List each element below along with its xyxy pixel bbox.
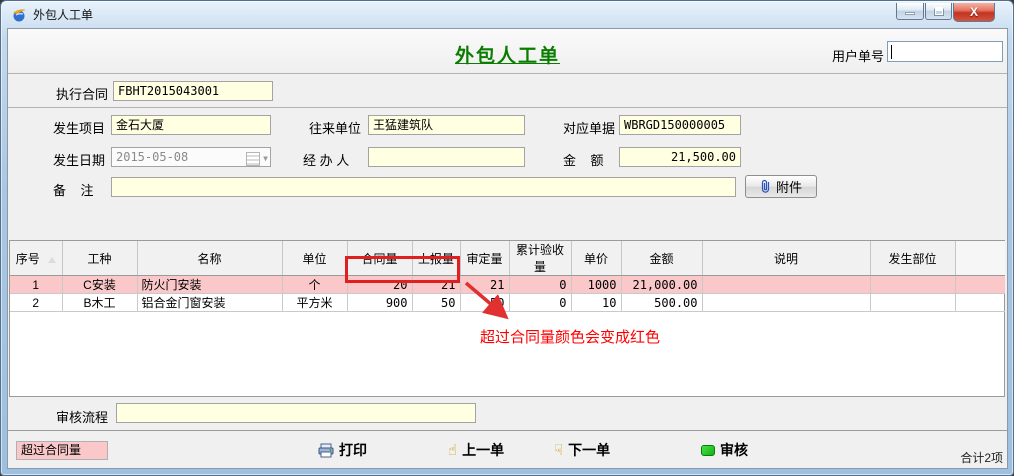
cell: 平方米	[282, 294, 347, 312]
window: 外包人工单 X 外包人工单 用户单号 执行合同 FBHT2015043001 发…	[0, 0, 1014, 476]
attachment-button[interactable]: 附件	[745, 175, 817, 198]
project-label: 发生项目	[53, 118, 105, 137]
amount-label: 金 额	[563, 150, 603, 169]
refdoc-input[interactable]: WBRGD150000005	[619, 115, 741, 135]
table-header-row: 序号工种名称单位合同量上报量审定量累计验收量单价金额说明发生部位	[10, 241, 1005, 276]
refdoc-label: 对应单据	[563, 118, 615, 137]
column-header-10[interactable]: 说明	[702, 241, 870, 276]
minimize-button[interactable]	[896, 3, 924, 20]
column-header-9[interactable]: 金额	[621, 241, 702, 276]
counterparty-label: 往来单位	[309, 118, 361, 137]
remark-input[interactable]	[111, 177, 736, 197]
review-input[interactable]	[116, 403, 476, 423]
detail-table: 序号工种名称单位合同量上报量审定量累计验收量单价金额说明发生部位 1C安装防火门…	[9, 240, 1005, 397]
cell	[870, 276, 955, 294]
date-label: 发生日期	[53, 150, 105, 169]
cell: 铝合金门窗安装	[137, 294, 282, 312]
column-header-4[interactable]: 合同量	[347, 241, 412, 276]
cell-filler	[955, 294, 1005, 312]
amount-input[interactable]: 21,500.00	[619, 147, 741, 167]
sort-indicator-icon	[48, 257, 56, 263]
cell-filler	[955, 276, 1005, 294]
footer-bar: 超过合同量 打印 ☝ 上一单 ☟ 下一单 审核	[8, 430, 1007, 468]
column-header-0[interactable]: 序号	[10, 241, 62, 276]
maximize-icon	[934, 7, 944, 16]
attachment-label: 附件	[776, 177, 802, 196]
cell: 1000	[571, 276, 621, 294]
cell	[702, 294, 870, 312]
table-row[interactable]: 1C安装防火门安装个2021210100021,000.00	[10, 276, 1005, 294]
cell: 0	[509, 294, 571, 312]
contract-input[interactable]: FBHT2015043001	[113, 81, 273, 101]
cell	[702, 276, 870, 294]
total-count: 合计2项	[960, 449, 1003, 466]
minimize-icon	[905, 12, 915, 15]
app-icon	[11, 7, 27, 23]
audit-label: 审核	[720, 440, 748, 460]
cell: 50	[460, 294, 509, 312]
close-icon: X	[970, 5, 978, 19]
column-header-11[interactable]: 发生部位	[870, 241, 955, 276]
column-header-8[interactable]: 单价	[571, 241, 621, 276]
cell: 21	[412, 276, 460, 294]
column-header-5[interactable]: 上报量	[412, 241, 460, 276]
dropdown-arrow-icon[interactable]: ▼	[263, 150, 268, 168]
user-no-label: 用户单号	[832, 46, 884, 65]
remark-label: 备 注	[53, 180, 93, 199]
annotation-text: 超过合同量颜色会变成红色	[480, 326, 660, 347]
cell: 0	[509, 276, 571, 294]
previous-label: 上一单	[462, 440, 504, 460]
handler-label: 经 办 人	[303, 150, 349, 169]
over-limit-legend: 超过合同量	[16, 441, 108, 460]
previous-button[interactable]: ☝ 上一单	[448, 439, 504, 461]
cell: 10	[571, 294, 621, 312]
column-header-2[interactable]: 名称	[137, 241, 282, 276]
column-header-6[interactable]: 审定量	[460, 241, 509, 276]
window-title: 外包人工单	[33, 6, 93, 23]
hand-down-icon: ☟	[554, 441, 563, 459]
cell: 防火门安装	[137, 276, 282, 294]
column-header-7[interactable]: 累计验收量	[509, 241, 571, 276]
cell	[870, 294, 955, 312]
cell: 20	[347, 276, 412, 294]
cell: 900	[347, 294, 412, 312]
cell: 500.00	[621, 294, 702, 312]
print-label: 打印	[339, 440, 367, 460]
printer-icon	[318, 443, 334, 458]
cell: 个	[282, 276, 347, 294]
cell: B木工	[62, 294, 137, 312]
project-input[interactable]: 金石大厦	[111, 115, 271, 135]
column-header-1[interactable]: 工种	[62, 241, 137, 276]
review-label: 审核流程	[56, 407, 108, 426]
contract-label: 执行合同	[56, 84, 108, 103]
cell: 21	[460, 276, 509, 294]
cell: 21,000.00	[621, 276, 702, 294]
cell: 2	[10, 294, 62, 312]
user-no-input[interactable]	[887, 41, 1003, 62]
title-bar[interactable]: 外包人工单	[1, 1, 1013, 28]
header-band: 外包人工单 用户单号	[8, 29, 1007, 74]
text-cursor	[891, 45, 892, 59]
print-button[interactable]: 打印	[318, 439, 367, 461]
close-button[interactable]: X	[953, 3, 995, 22]
audit-green-icon	[701, 445, 715, 456]
calendar-icon[interactable]	[246, 152, 260, 166]
paperclip-icon	[760, 179, 771, 194]
audit-button[interactable]: 审核	[701, 439, 748, 461]
table-row[interactable]: 2B木工铝合金门窗安装平方米9005050010500.00	[10, 294, 1005, 312]
hand-up-icon: ☝	[448, 441, 457, 459]
counterparty-input[interactable]: 王猛建筑队	[368, 115, 525, 135]
date-picker[interactable]: 2015-05-08 ▼	[111, 147, 271, 167]
column-header-3[interactable]: 单位	[282, 241, 347, 276]
handler-input[interactable]	[368, 147, 525, 167]
cell: C安装	[62, 276, 137, 294]
form-content: 外包人工单 用户单号 执行合同 FBHT2015043001 发生项目 金石大厦…	[7, 28, 1008, 469]
next-label: 下一单	[568, 440, 610, 460]
next-button[interactable]: ☟ 下一单	[554, 439, 610, 461]
cell: 1	[10, 276, 62, 294]
maximize-button[interactable]	[925, 3, 952, 20]
cell: 50	[412, 294, 460, 312]
